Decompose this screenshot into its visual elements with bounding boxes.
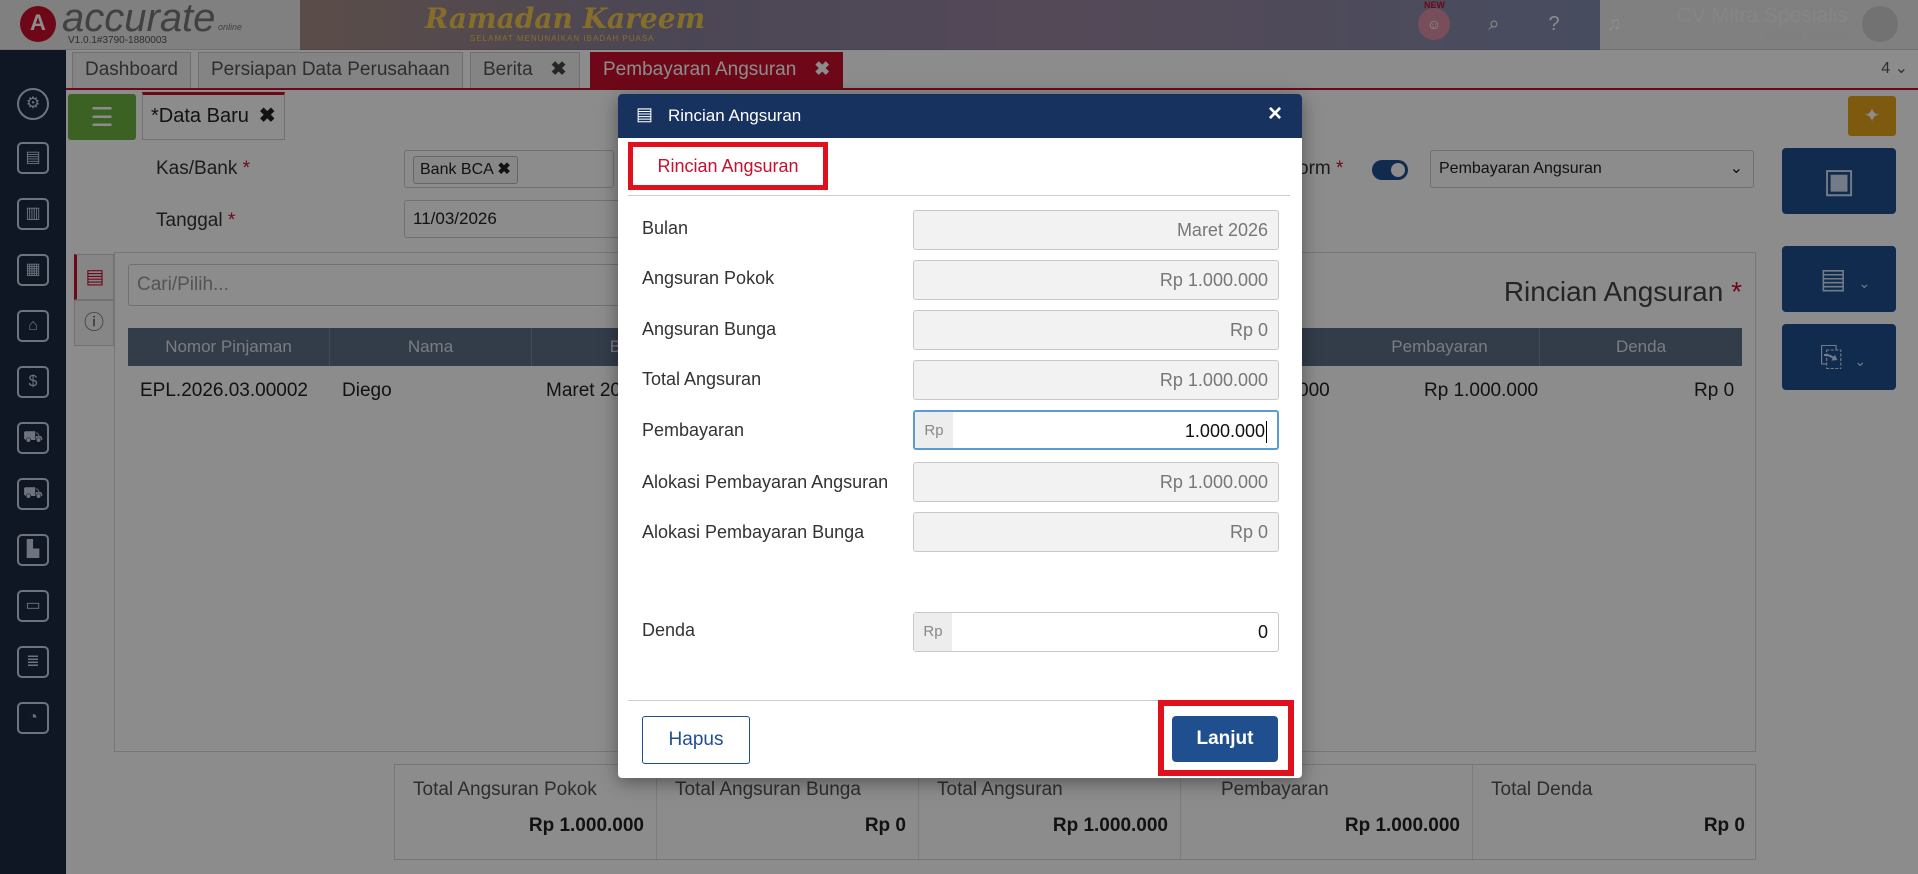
bulan-field: Maret 2026: [913, 210, 1279, 250]
pembayaran-label: Pembayaran: [642, 420, 745, 440]
denda-label: Denda: [642, 620, 696, 640]
alokasi-angsuran-field: Rp 1.000.000: [913, 462, 1279, 502]
close-icon[interactable]: ×: [1268, 100, 1282, 128]
currency-prefix: Rp: [915, 412, 953, 448]
form-icon: ▤: [636, 104, 654, 124]
angsuran-pokok-label: Angsuran Pokok: [642, 268, 775, 288]
angsuran-pokok-field: Rp 1.000.000: [913, 260, 1279, 300]
tab-rincian-angsuran[interactable]: Rincian Angsuran: [628, 142, 828, 190]
lanjut-button[interactable]: Lanjut: [1172, 716, 1278, 762]
alokasi-angsuran-label: Alokasi Pembayaran Angsuran: [642, 472, 889, 492]
angsuran-bunga-field: Rp 0: [913, 310, 1279, 350]
total-angsuran-label: Total Angsuran: [642, 369, 762, 389]
total-angsuran-field: Rp 1.000.000: [913, 360, 1279, 400]
currency-prefix: Rp: [914, 613, 952, 651]
modal-header: ▤ Rincian Angsuran ×: [618, 94, 1302, 138]
denda-value: 0: [1257, 622, 1268, 642]
hapus-button[interactable]: Hapus: [642, 716, 750, 764]
rincian-angsuran-dialog: ▤ Rincian Angsuran × Rincian Angsuran Bu…: [618, 94, 1302, 778]
bulan-label: Bulan: [642, 218, 689, 238]
angsuran-bunga-label: Angsuran Bunga: [642, 319, 777, 339]
divider: [628, 195, 1290, 196]
modal-title: Rincian Angsuran: [668, 106, 802, 125]
pembayaran-value: 1.000.000: [1184, 421, 1265, 441]
denda-input[interactable]: Rp 0: [913, 612, 1279, 652]
alokasi-bunga-field: Rp 0: [913, 512, 1279, 552]
pembayaran-input[interactable]: Rp 1.000.000: [913, 410, 1279, 450]
alokasi-bunga-label: Alokasi Pembayaran Bunga: [642, 522, 865, 542]
